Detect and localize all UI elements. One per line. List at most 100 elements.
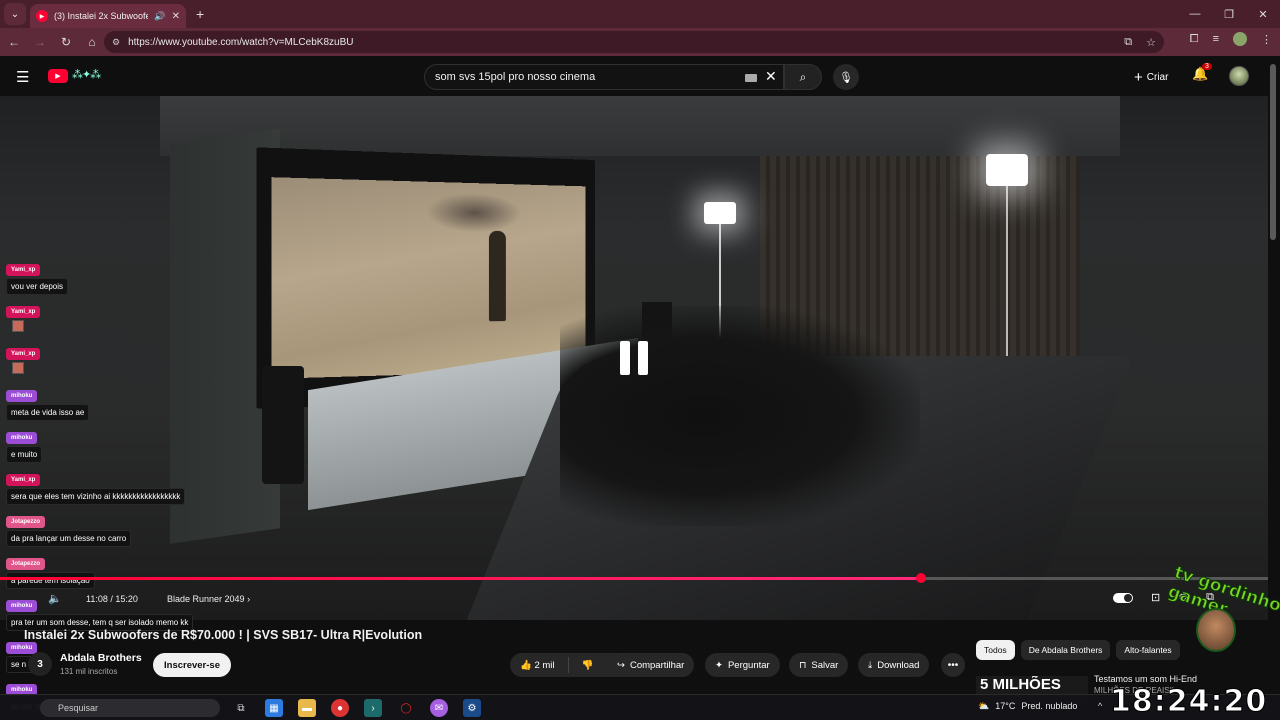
- store-icon[interactable]: ▦: [265, 699, 283, 717]
- clear-search-icon[interactable]: ✕: [765, 68, 777, 85]
- notification-badge: 3: [1202, 63, 1212, 70]
- chat-text: e muito: [6, 446, 43, 463]
- weather-desc: Pred. nublado: [1021, 701, 1078, 711]
- video-player[interactable]: ◢3: [0, 96, 1268, 620]
- chapter-button[interactable]: Blade Runner 2049 ›: [167, 594, 250, 604]
- tab-title: (3) Instalei 2x Subwoofers d: [54, 11, 149, 21]
- chat-username: Jotapezzo: [6, 558, 46, 570]
- chat-username: Yami_xp: [6, 348, 41, 360]
- stream-logo-avatar: [1196, 608, 1236, 652]
- video-title: Instalei 2x Subwoofers de R$70.000 ! | S…: [24, 628, 423, 642]
- subscriber-count: 131 mil inscritos: [60, 667, 118, 676]
- progress-bar[interactable]: [0, 573, 1268, 583]
- minimize-button[interactable]: —: [1178, 0, 1212, 28]
- search-icon: ⌕: [799, 69, 807, 84]
- subscribe-button[interactable]: Inscrever-se: [153, 653, 231, 677]
- chip-channel[interactable]: De Abdala Brothers: [1020, 640, 1111, 660]
- close-tab-icon[interactable]: ✕: [172, 11, 180, 22]
- chip-all[interactable]: Todos: [976, 640, 1015, 660]
- bookmark-star-icon[interactable]: ☆: [1146, 36, 1156, 49]
- weather-widget[interactable]: ⛅ 17°C Pred. nublado: [978, 701, 1077, 712]
- taskbar-apps: ⧉ ▦ ▬ ● › ◯ ✉ ⚙: [232, 699, 481, 717]
- browser-tab[interactable]: ▶ (3) Instalei 2x Subwoofers d 🔊 ✕: [30, 4, 186, 28]
- browser-toolbar: ← → ↻ ⌂ ⚙ https://www.youtube.com/watch?…: [0, 28, 1280, 56]
- opera-icon[interactable]: ◯: [397, 699, 415, 717]
- chat-username: Jotapezzo: [6, 516, 46, 528]
- share-label: Compartilhar: [629, 659, 685, 671]
- channel-name[interactable]: Abdala Brothers: [60, 652, 142, 664]
- extensions-icon[interactable]: ⧠: [1190, 33, 1199, 46]
- save-label: Salvar: [811, 659, 839, 671]
- channel-avatar[interactable]: 3: [28, 652, 52, 676]
- taskbar-search[interactable]: Pesquisar: [40, 699, 220, 717]
- forward-button[interactable]: →: [28, 35, 52, 49]
- site-info-icon[interactable]: ⚙: [112, 37, 120, 48]
- like-button[interactable]: 👍 2 mil: [520, 660, 555, 671]
- chat-message: Yami_xp vou ver depois: [6, 258, 69, 295]
- page-scrollbar[interactable]: [1270, 64, 1276, 240]
- player-controls: 🔈 11:08 / 15:20 Blade Runner 2049 › ⊡ ⚙ …: [0, 590, 1268, 610]
- video-scene-people: [560, 306, 920, 526]
- back-button[interactable]: ←: [2, 35, 26, 49]
- tray-chevron-icon[interactable]: ^: [1098, 701, 1102, 711]
- profile-avatar[interactable]: [1233, 32, 1247, 46]
- file-explorer-icon[interactable]: ▬: [298, 699, 316, 717]
- sparkle-icon: ✦: [715, 659, 723, 671]
- save-button[interactable]: ⊓ Salvar: [789, 653, 849, 677]
- microphone-icon: 🎙: [839, 71, 853, 84]
- speaker-icon[interactable]: 🔊: [154, 11, 165, 22]
- chat-text: sera que eles tem vizinho ai kkkkkkkkkkk…: [6, 488, 186, 505]
- volume-icon[interactable]: 🔈: [48, 592, 62, 605]
- download-button[interactable]: ⤓ Download: [858, 653, 930, 677]
- chat-emote-icon: [12, 320, 24, 332]
- progress-scrubber[interactable]: [916, 573, 926, 583]
- autoplay-toggle[interactable]: [1113, 592, 1134, 603]
- notifications-button[interactable]: 🔔 3: [1192, 63, 1212, 82]
- chat-message: Yami_xp: [6, 342, 41, 374]
- media-controls-icon[interactable]: ≡: [1213, 33, 1219, 45]
- video-scene: [160, 96, 1120, 156]
- keyboard-icon[interactable]: [745, 74, 757, 82]
- account-avatar[interactable]: [1229, 66, 1249, 86]
- bookmark-icon: ⊓: [799, 659, 807, 671]
- chat-text: vou ver depois: [6, 278, 69, 295]
- like-count: 2 mil: [534, 659, 555, 671]
- reload-button[interactable]: ↻: [54, 35, 78, 49]
- create-label: Criar: [1146, 71, 1169, 83]
- share-button[interactable]: ↪ Compartilhar: [607, 653, 695, 677]
- windows-taskbar: Pesquisar ⧉ ▦ ▬ ● › ◯ ✉ ⚙ ⛅ 17°C Pred. n…: [0, 694, 1280, 720]
- chat-username: mihoku: [6, 642, 38, 654]
- dislike-button[interactable]: 👎: [582, 660, 594, 671]
- channel-avatar-text: 3: [37, 658, 43, 670]
- messenger-icon[interactable]: ✉: [430, 699, 448, 717]
- search-button[interactable]: ⌕: [784, 64, 822, 90]
- steam-icon[interactable]: ⚙: [463, 699, 481, 717]
- chat-emote-icon: [12, 362, 24, 374]
- youtube-logo[interactable]: ▶: [48, 69, 68, 83]
- terminal-icon[interactable]: ›: [364, 699, 382, 717]
- address-bar[interactable]: ⚙ https://www.youtube.com/watch?v=MLCebK…: [104, 31, 1164, 53]
- home-button[interactable]: ⌂: [80, 35, 104, 49]
- chrome-icon[interactable]: ●: [331, 699, 349, 717]
- task-view-icon[interactable]: ⧉: [232, 699, 250, 717]
- close-window-button[interactable]: ✕: [1246, 0, 1280, 28]
- new-tab-button[interactable]: +: [196, 6, 204, 22]
- search-input[interactable]: som svs 15pol pro nosso cinema ✕: [424, 64, 784, 90]
- like-separator: [567, 657, 569, 673]
- weather-temp: 17°C: [995, 701, 1016, 711]
- pause-icon[interactable]: [620, 341, 652, 375]
- voice-search-button[interactable]: 🎙: [833, 64, 859, 90]
- install-app-icon[interactable]: ⧉: [1124, 36, 1132, 49]
- tab-search-button[interactable]: ⌄: [4, 3, 26, 25]
- browser-menu-icon[interactable]: ⋮: [1261, 33, 1272, 46]
- ask-button[interactable]: ✦ Perguntar: [705, 653, 780, 677]
- chat-message: Jotapezzo a parede tem isolação: [6, 552, 95, 589]
- chat-text: meta de vida isso ae: [6, 404, 90, 421]
- more-actions-button[interactable]: •••: [941, 653, 965, 677]
- window-controls: — ❐ ✕: [1178, 0, 1280, 28]
- restore-button[interactable]: ❐: [1212, 0, 1246, 28]
- doodle-icon[interactable]: ⁂✦⁂: [72, 68, 101, 81]
- create-button[interactable]: + Criar: [1126, 66, 1176, 88]
- chat-message: Yami_xp sera que eles tem vizinho ai kkkk…: [6, 468, 186, 505]
- menu-icon[interactable]: ☰: [16, 68, 29, 86]
